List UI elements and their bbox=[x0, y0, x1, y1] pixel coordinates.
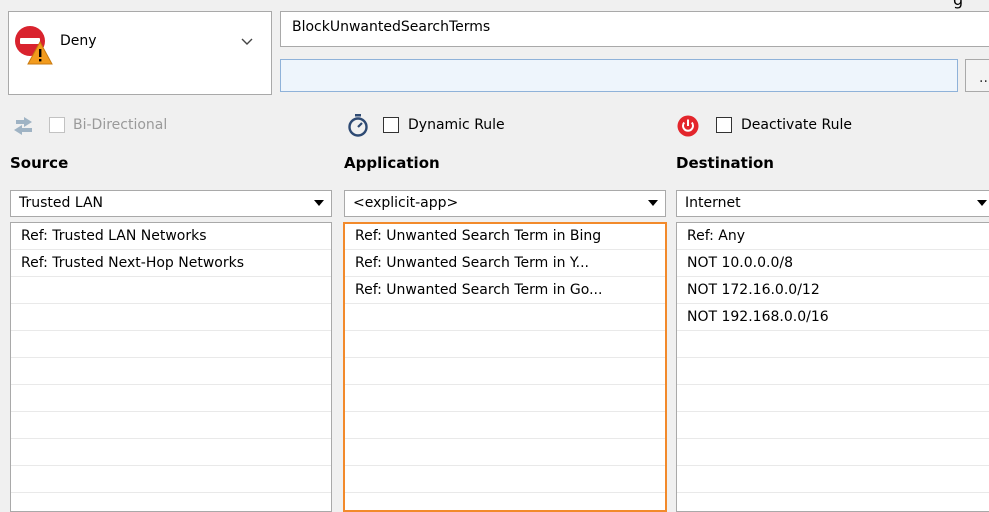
list-item[interactable]: Ref: Unwanted Search Term in Y... bbox=[345, 251, 665, 277]
dropdown-arrow-icon[interactable] bbox=[648, 200, 658, 207]
list-row-empty bbox=[345, 413, 665, 439]
deactivate-rule-checkbox[interactable] bbox=[716, 117, 732, 133]
destination-list[interactable]: Ref: Any NOT 10.0.0.0/8 NOT 172.16.0.0/1… bbox=[676, 222, 989, 512]
list-item[interactable]: Ref: Trusted LAN Networks bbox=[11, 224, 331, 250]
list-item[interactable]: Ref: Unwanted Search Term in Go... bbox=[345, 278, 665, 304]
bidirectional-label: Bi-Directional bbox=[73, 117, 168, 133]
rule-description-field[interactable] bbox=[280, 59, 958, 92]
list-item[interactable]: NOT 172.16.0.0/12 bbox=[677, 278, 989, 304]
dropdown-arrow-icon[interactable] bbox=[314, 200, 324, 207]
stopwatch-icon bbox=[348, 114, 368, 137]
list-item[interactable]: NOT 192.168.0.0/16 bbox=[677, 305, 989, 331]
deny-warning-icon bbox=[15, 26, 53, 65]
list-item[interactable]: Ref: Trusted Next-Hop Networks bbox=[11, 251, 331, 277]
list-item[interactable]: Ref: Any bbox=[677, 224, 989, 250]
chevron-down-icon[interactable] bbox=[241, 38, 253, 46]
list-row-empty bbox=[345, 440, 665, 466]
list-row-empty bbox=[11, 305, 331, 331]
more-button[interactable]: ... bbox=[965, 59, 989, 92]
list-row-empty bbox=[677, 413, 989, 439]
list-row-empty bbox=[345, 467, 665, 493]
list-row-empty bbox=[345, 359, 665, 385]
list-row-empty bbox=[11, 359, 331, 385]
action-label: Deny bbox=[60, 33, 97, 49]
application-header: Application bbox=[344, 154, 440, 172]
list-row-empty bbox=[345, 386, 665, 412]
dynamic-rule-checkbox[interactable] bbox=[383, 117, 399, 133]
dynamic-rule-label: Dynamic Rule bbox=[408, 117, 505, 133]
list-row-empty bbox=[11, 332, 331, 358]
application-list[interactable]: Ref: Unwanted Search Term in Bing Ref: U… bbox=[343, 222, 667, 512]
list-row-empty bbox=[677, 359, 989, 385]
list-row-empty bbox=[677, 386, 989, 412]
list-item[interactable]: Ref: Unwanted Search Term in Bing bbox=[345, 224, 665, 250]
destination-header: Destination bbox=[676, 154, 774, 172]
bidirectional-checkbox[interactable] bbox=[49, 117, 65, 133]
list-row-empty bbox=[345, 332, 665, 358]
rule-name-field[interactable]: BlockUnwantedSearchTerms bbox=[280, 11, 989, 47]
source-header: Source bbox=[10, 154, 69, 172]
list-row-empty bbox=[11, 278, 331, 304]
application-dropdown[interactable]: <explicit-app> bbox=[344, 190, 666, 217]
list-row-empty bbox=[11, 467, 331, 493]
list-row-empty bbox=[11, 440, 331, 466]
list-row-empty bbox=[677, 467, 989, 493]
list-row-empty bbox=[11, 413, 331, 439]
power-icon bbox=[677, 115, 699, 137]
list-item[interactable]: NOT 10.0.0.0/8 bbox=[677, 251, 989, 277]
truncated-text: g bbox=[953, 0, 963, 9]
list-row-empty bbox=[677, 440, 989, 466]
deactivate-rule-label: Deactivate Rule bbox=[741, 117, 852, 133]
list-row-empty bbox=[11, 386, 331, 412]
list-row-empty bbox=[345, 305, 665, 331]
source-list[interactable]: Ref: Trusted LAN Networks Ref: Trusted N… bbox=[10, 222, 332, 512]
dropdown-arrow-icon[interactable] bbox=[977, 200, 987, 207]
list-row-empty bbox=[677, 332, 989, 358]
source-dropdown[interactable]: Trusted LAN bbox=[10, 190, 332, 217]
destination-dropdown[interactable]: Internet bbox=[676, 190, 989, 217]
bidirectional-arrows-icon bbox=[14, 117, 32, 135]
